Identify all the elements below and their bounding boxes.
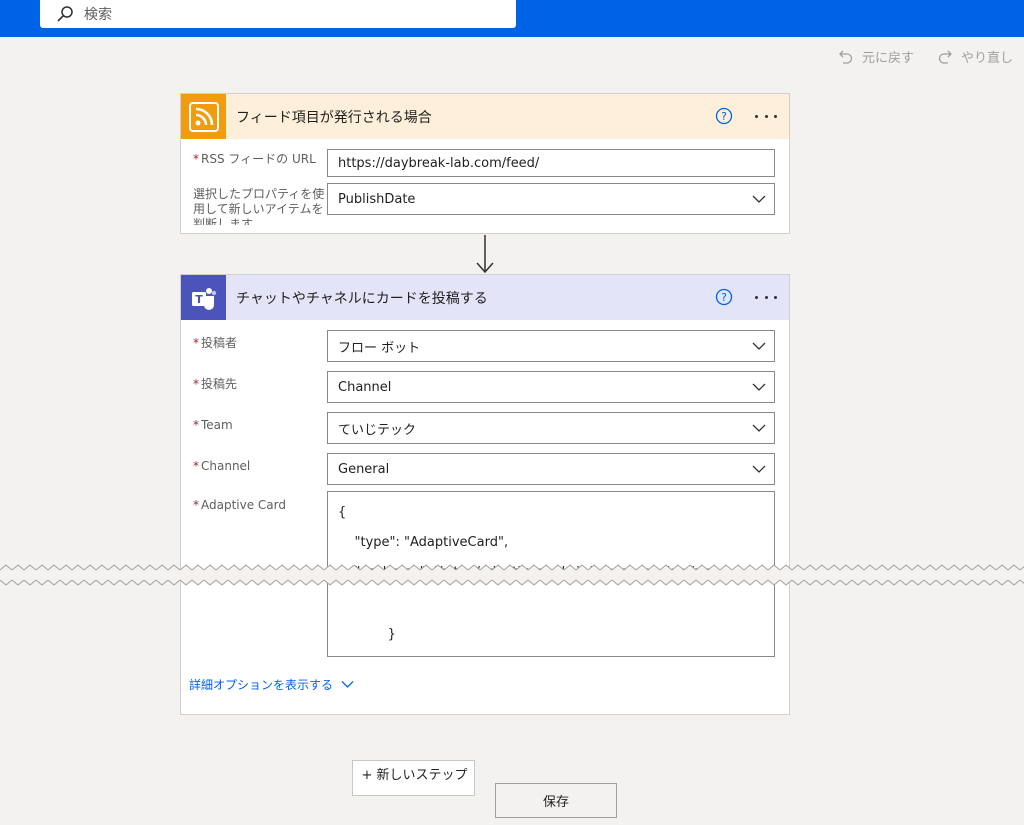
teams-action-card: T チャットやチャネルにカードを投稿する ? * 投稿者 フロー ボット * 投稿先… <box>180 274 790 715</box>
chevron-down-icon <box>752 383 766 391</box>
code-line: { <box>338 505 347 520</box>
chevron-down-icon <box>752 195 766 203</box>
rss-card-header[interactable]: フィード項目が発行される場合 ? <box>181 94 789 139</box>
code-line: } <box>338 627 396 642</box>
top-bar: 検索 <box>0 0 1024 37</box>
save-button[interactable]: 保存 <box>495 783 617 818</box>
teams-icon: T <box>181 275 226 320</box>
code-line: ] <box>338 650 764 656</box>
chevron-down-icon <box>752 465 766 473</box>
redo-icon <box>938 50 952 64</box>
redo-label: やり直し <box>961 51 1014 66</box>
help-icon[interactable]: ? <box>715 288 733 306</box>
undo-icon <box>839 50 853 64</box>
torn-edge-divider <box>0 563 1024 587</box>
undo-button[interactable]: 元に戻す <box>838 47 914 66</box>
field-label: * Adaptive Card <box>193 498 286 512</box>
chevron-down-icon <box>752 342 766 350</box>
undo-label: 元に戻す <box>862 51 915 66</box>
post-in-select[interactable]: Channel <box>327 371 775 403</box>
help-icon[interactable]: ? <box>715 107 733 125</box>
svg-text:?: ? <box>721 110 727 123</box>
chevron-down-icon <box>752 424 766 432</box>
teams-card-header[interactable]: T チャットやチャネルにカードを投稿する ? <box>181 275 789 320</box>
rss-icon <box>181 94 226 139</box>
field-label: * 投稿先 <box>193 377 238 391</box>
field-label: * Channel <box>193 459 251 473</box>
more-options-icon[interactable] <box>755 288 777 306</box>
rss-url-input[interactable]: https://daybreak-lab.com/feed/ <box>327 149 775 177</box>
code-line: "type": "AdaptiveCard", <box>338 535 509 550</box>
command-bar: 元に戻す やり直し <box>0 37 1024 77</box>
show-advanced-options-link[interactable]: 詳細オプションを表示する <box>189 676 354 693</box>
team-select[interactable]: ていじテック <box>327 412 775 444</box>
teams-card-title: チャットやチャネルにカードを投稿する <box>236 290 488 307</box>
channel-select[interactable]: General <box>327 453 775 485</box>
chevron-down-icon <box>341 681 354 688</box>
search-icon <box>57 6 73 22</box>
field-label: 選択したプロパティを使用して新しいアイテムを判断します <box>193 187 325 225</box>
more-options-icon[interactable] <box>755 107 777 125</box>
property-select[interactable]: PublishDate <box>327 183 775 215</box>
redo-button[interactable]: やり直し <box>937 47 1013 66</box>
field-label: * RSS フィードの URL <box>193 152 316 166</box>
search-input[interactable]: 検索 <box>40 0 516 28</box>
rss-trigger-card: フィード項目が発行される場合 ? * RSS フィードの URL https://… <box>180 93 790 234</box>
svg-text:T: T <box>195 293 203 306</box>
field-label: * Team <box>193 418 233 432</box>
rss-card-title: フィード項目が発行される場合 <box>236 109 432 126</box>
new-step-button[interactable]: + 新しいステップ <box>352 760 475 796</box>
down-arrow-icon <box>476 235 494 274</box>
search-placeholder: 検索 <box>84 7 112 23</box>
poster-select[interactable]: フロー ボット <box>327 330 775 362</box>
svg-text:?: ? <box>721 291 727 304</box>
field-label: * 投稿者 <box>193 336 238 350</box>
